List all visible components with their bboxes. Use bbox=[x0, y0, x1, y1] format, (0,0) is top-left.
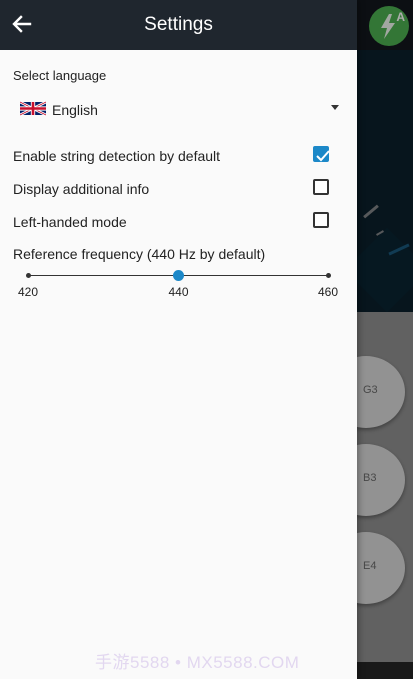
option-additional-info[interactable]: Display additional info bbox=[0, 175, 357, 203]
slider-min-marker bbox=[26, 273, 31, 278]
uk-flag-icon bbox=[20, 101, 46, 116]
left-handed-checkbox[interactable] bbox=[313, 212, 329, 228]
string-button-label: G3 bbox=[363, 384, 378, 396]
string-button-label: E4 bbox=[363, 560, 377, 572]
reference-frequency-label: Reference frequency (440 Hz by default) bbox=[13, 246, 266, 262]
language-selected-value: English bbox=[52, 102, 98, 118]
slider-thumb[interactable] bbox=[173, 270, 184, 281]
string-detection-checkbox[interactable] bbox=[313, 146, 330, 162]
drawer-header: Settings bbox=[0, 0, 357, 50]
auto-mode-button[interactable]: A bbox=[369, 6, 409, 46]
watermark: 手游5588 • MX5588.COM bbox=[95, 653, 300, 672]
additional-info-checkbox[interactable] bbox=[313, 179, 329, 195]
slider-max-label: 460 bbox=[318, 285, 339, 299]
page-title: Settings bbox=[144, 14, 213, 35]
check-icon bbox=[316, 150, 330, 162]
slider-value-label: 440 bbox=[168, 285, 189, 299]
option-label: Left-handed mode bbox=[13, 214, 127, 230]
option-label: Display additional info bbox=[13, 181, 150, 197]
language-select[interactable]: English bbox=[13, 96, 345, 124]
settings-drawer: Settings Select language English Enable … bbox=[0, 0, 357, 679]
string-button-label: B3 bbox=[363, 472, 377, 484]
option-string-detection[interactable]: Enable string detection by default bbox=[0, 142, 357, 170]
slider-max-marker bbox=[326, 273, 331, 278]
option-left-handed[interactable]: Left-handed mode bbox=[0, 208, 357, 236]
dropdown-arrow-icon bbox=[331, 105, 339, 110]
reference-frequency-slider[interactable] bbox=[26, 268, 331, 282]
language-section-label: Select language bbox=[13, 68, 107, 83]
slider-min-label: 420 bbox=[18, 285, 39, 299]
option-label: Enable string detection by default bbox=[13, 148, 221, 164]
auto-mode-label: A bbox=[396, 10, 405, 24]
